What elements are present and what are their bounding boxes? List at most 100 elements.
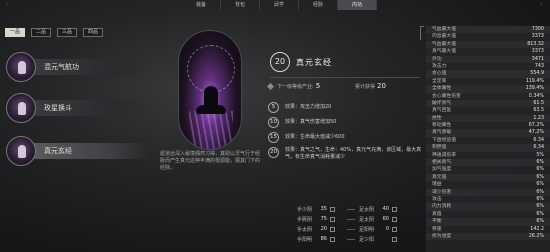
stat-value: 6% (536, 160, 544, 166)
stat-label: 全定率 (432, 78, 447, 84)
stat-label: 内息最大值 (432, 34, 456, 40)
stat-row: 真气最大值 3373 (426, 48, 550, 55)
stat-value: 1.23 (533, 115, 544, 121)
skill-orb-icon (6, 136, 36, 166)
stat-value: 26.2% (528, 233, 544, 239)
meridian-value: 60 (382, 216, 389, 222)
grade-tab-1[interactable]: 一品 (5, 28, 25, 37)
diamond-icon (266, 82, 275, 91)
stat-label: 移速 (432, 226, 442, 232)
tab-equipment[interactable]: 装备 (182, 0, 221, 10)
skill-item[interactable]: 混元气航功 (0, 47, 150, 87)
stat-value: 6% (536, 174, 544, 180)
meridian-checkbox[interactable] (392, 226, 397, 232)
stat-row: 移速 142.2 (426, 226, 550, 233)
meridian-row: 手少阴 35 足太阴 40 (297, 204, 417, 214)
stat-row: 真气承载 47.2% (426, 129, 550, 137)
skill-orb-icon (6, 93, 36, 123)
grade-tab-3[interactable]: 三品 (57, 28, 77, 37)
back-icon[interactable]: ‹ (4, 2, 10, 8)
meridian-row: 手阳明 86 足少阳 (297, 234, 417, 244)
meridian-checkbox[interactable] (330, 226, 335, 232)
next-level-value: 5 (315, 82, 321, 90)
stat-value: 139.4% (525, 86, 544, 92)
stat-label: 增益 (432, 182, 442, 188)
meditating-legs (196, 105, 226, 114)
stat-label: 气血最大值 (432, 41, 456, 47)
stat-value: 6% (536, 196, 544, 202)
grade-tab-4[interactable]: 四品 (83, 28, 103, 37)
effect-text: 效果：真气伤害增加50 (285, 119, 337, 125)
meridian-label: 足太阴 (359, 206, 375, 213)
meridian-value: 40 (382, 206, 389, 212)
skill-item-name: 真元玄经 (44, 147, 72, 155)
stat-row: 全定率 119.4% (426, 78, 550, 85)
effect-level-badge: 10 (268, 117, 279, 128)
tab-martial[interactable]: 武学 (260, 0, 299, 10)
stat-value: 554.9 (530, 71, 544, 77)
effect-row: 15 效果：生命最大值减少600 (268, 132, 424, 147)
stat-row: 加气强度 6% (426, 166, 550, 173)
meridian-label: 手厥阴 (297, 216, 313, 223)
meridian-checkbox[interactable] (330, 206, 335, 212)
stat-row: 全体属性 139.4% (426, 85, 550, 93)
meridian-checkbox[interactable] (330, 236, 335, 242)
stat-value: 142.2 (530, 226, 544, 232)
stat-row: 下盘经验值 6.34 (426, 137, 550, 144)
next-level-label: 下一级等级产业: (277, 84, 314, 90)
effect-level-badge: 20 (268, 147, 279, 158)
stat-label: 真气回复 (432, 108, 452, 114)
stat-label: 真气最大值 (432, 49, 456, 55)
meridian-label: 手太阴 (297, 226, 313, 233)
meridian-row: 手厥阴 75 足太阴 60 (297, 214, 417, 224)
stat-value: 5% (536, 152, 544, 158)
effect-row: 20 效果：真气之气，生命：40%，真元气充满，该区域，最大真气，有生命真气消耗… (268, 147, 424, 171)
stat-value: 3373 (531, 34, 544, 40)
skill-orb-icon (6, 52, 36, 82)
effect-text: 效果：攻击力增加20 (285, 104, 332, 110)
meridian-value: 0 (385, 226, 389, 232)
stat-label: 修为进度 (432, 233, 452, 239)
grade-tabs: 一品 二品 三品 四品 (5, 28, 103, 37)
stat-label: 神通减伤率 (432, 152, 456, 158)
grade-tab-2[interactable]: 二品 (31, 28, 51, 37)
stat-label: 内力消耗 (432, 204, 452, 210)
stat-label: 气血最大值 (432, 27, 456, 32)
tab-bag[interactable]: 背包 (221, 0, 260, 10)
stat-label: 真元值 (432, 174, 447, 180)
meridian-checkbox[interactable] (392, 216, 397, 222)
stat-row: 相关真气 6% (426, 159, 550, 167)
stat-row: 真元值 6% (426, 173, 550, 182)
skill-item-selected[interactable]: 真元玄经 (0, 131, 150, 171)
stat-value: 6.34 (533, 145, 544, 151)
stat-label: 真值 (432, 211, 442, 217)
skill-list-panel: 一品 二品 三品 四品 混元气航功 玫星换斗 真元玄经 (0, 14, 150, 252)
stat-value: 61.5 (533, 100, 544, 106)
stat-label: 会心属性伤害 (432, 93, 461, 99)
tab-meridian[interactable]: 经脉 (299, 0, 338, 10)
effect-text: 效果：真气之气，生命：40%，真元气充满，该区域，最大真气，有生命真气消耗量减少 (285, 147, 422, 160)
next-level-info: 下一级等级产业: 5 (266, 82, 321, 91)
stat-label: 下盘经验值 (432, 137, 456, 143)
top-bar: ‹ 装备 背包 武学 经脉 内功 › (0, 0, 550, 12)
meridian-label: 足少阳 (359, 236, 375, 243)
stat-label: 加气强度 (432, 167, 452, 173)
meridian-checkbox[interactable] (392, 236, 397, 242)
close-icon[interactable]: › (538, 2, 544, 8)
stat-value: 6% (536, 189, 544, 195)
stat-row: 真值 6% (426, 211, 550, 218)
stat-value: 6% (536, 211, 544, 217)
meridian-checkbox[interactable] (330, 216, 335, 222)
stat-row: 会心值 554.9 (426, 70, 550, 78)
stat-value: 743 (534, 63, 544, 69)
divider (270, 77, 420, 78)
meridian-checkbox[interactable] (392, 206, 397, 212)
meridian-value: 86 (320, 236, 327, 242)
effects-list: 5 效果：攻击力增加20 10 效果：真气伤害增加50 15 效果：生命最大值减… (268, 102, 424, 171)
skill-item[interactable]: 玫星换斗 (0, 88, 150, 128)
stat-value: 6% (536, 219, 544, 225)
stat-row: 气血最大值 813.32 (426, 40, 550, 49)
tab-inner-skill[interactable]: 内功 (338, 0, 377, 10)
meridian-value: 20 (320, 226, 327, 232)
stat-row: 神通减伤率 5% (426, 152, 550, 159)
